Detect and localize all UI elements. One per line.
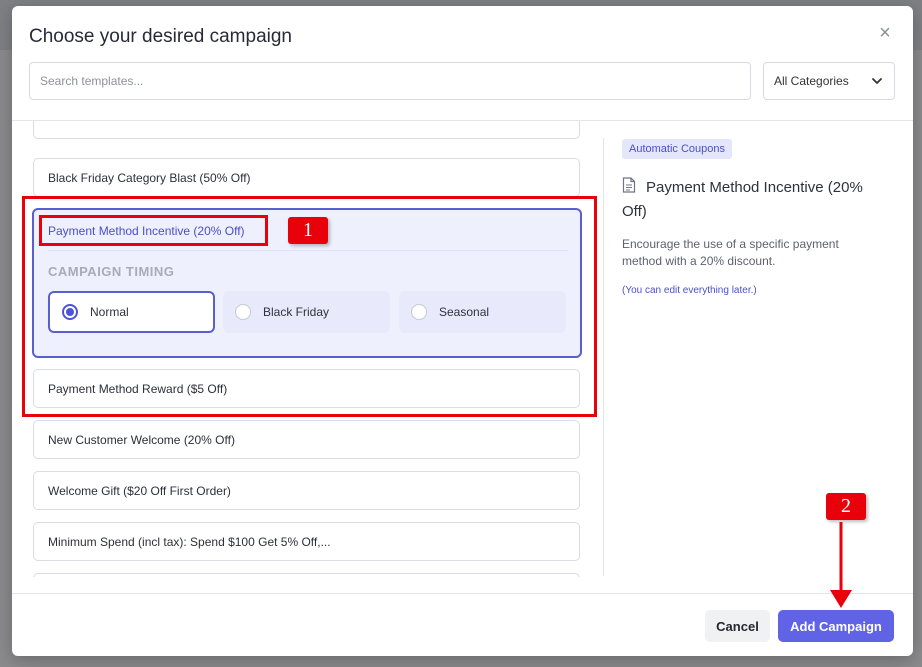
annotation-badge-2: 2 [826, 493, 866, 520]
category-tag: Automatic Coupons [622, 139, 732, 159]
footer-divider [12, 593, 913, 594]
add-campaign-button[interactable]: Add Campaign [778, 610, 894, 642]
template-item-partial[interactable] [33, 121, 580, 139]
template-item[interactable]: Welcome Gift ($20 Off First Order) [33, 471, 580, 510]
template-item-partial[interactable] [33, 573, 580, 577]
template-item-label: Black Friday Category Blast (50% Off) [48, 170, 251, 185]
annotation-badge-1: 1 [288, 217, 328, 244]
annotation-arrow-icon [830, 522, 852, 608]
template-item-label: Minimum Spend (incl tax): Spend $100 Get… [48, 534, 331, 549]
detail-title: Payment Method Incentive (20% Off) [622, 179, 863, 220]
template-detail-pane: Automatic Coupons Payment Method Incenti… [604, 121, 913, 577]
search-input[interactable] [29, 62, 751, 100]
detail-note: (You can edit everything later.) [622, 285, 757, 296]
template-item-label: Welcome Gift ($20 Off First Order) [48, 483, 231, 498]
cancel-button[interactable]: Cancel [705, 610, 770, 642]
category-select[interactable]: All Categories [763, 62, 895, 100]
template-item-label: New Customer Welcome (20% Off) [48, 432, 235, 447]
template-item[interactable]: New Customer Welcome (20% Off) [33, 420, 580, 459]
template-item[interactable]: Black Friday Category Blast (50% Off) [33, 158, 580, 197]
category-select-value: All Categories [774, 74, 849, 88]
detail-description: Encourage the use of a specific payment … [622, 237, 839, 268]
modal-title: Choose your desired campaign [29, 26, 292, 47]
chevron-down-icon [872, 78, 882, 84]
annotation-box-title [39, 215, 268, 246]
close-icon[interactable]: × [876, 23, 894, 43]
template-item[interactable]: Minimum Spend (incl tax): Spend $100 Get… [33, 522, 580, 561]
